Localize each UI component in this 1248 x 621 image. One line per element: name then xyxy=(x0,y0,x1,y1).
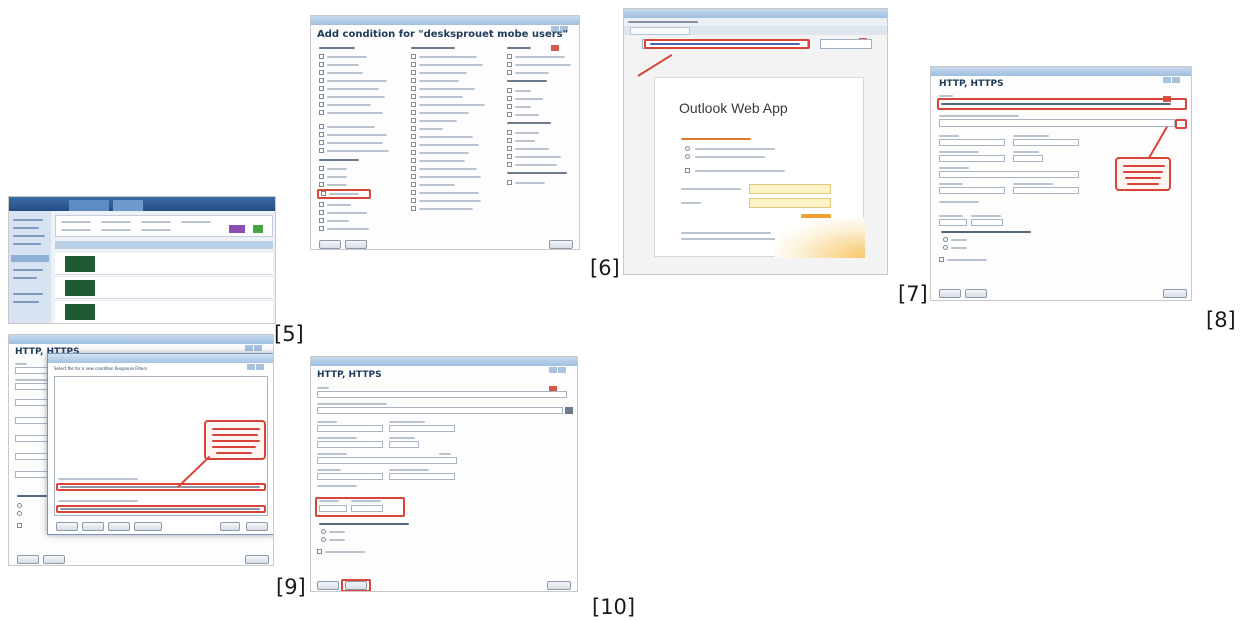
table-row[interactable] xyxy=(55,253,273,275)
dialog-heading: HTTP, HTTPS xyxy=(939,79,1004,89)
table-row[interactable] xyxy=(55,277,273,299)
product-thumbnail xyxy=(65,304,95,320)
modal-button[interactable] xyxy=(56,522,78,531)
modal-button[interactable] xyxy=(108,522,130,531)
red-arrow xyxy=(637,53,673,77)
regex-input[interactable] xyxy=(939,119,1175,127)
figure-label-10: [10] xyxy=(592,595,636,619)
figure-label-8: [8] xyxy=(1206,308,1236,332)
search-box[interactable] xyxy=(820,39,872,49)
browser-tab[interactable] xyxy=(630,27,690,35)
screenshot-9: HTTP, HTTPS Select file for a new condit… xyxy=(8,334,274,566)
back-button[interactable] xyxy=(317,581,339,590)
table-header xyxy=(55,241,273,249)
figure-label-5: [5] xyxy=(274,322,304,346)
figure-label-7: [7] xyxy=(898,282,928,306)
back-button[interactable] xyxy=(939,289,961,298)
product-thumbnail xyxy=(65,256,95,272)
product-thumbnail xyxy=(65,280,95,296)
next-button[interactable] xyxy=(345,581,367,590)
red-arrow xyxy=(1148,126,1168,159)
login-panel: Outlook Web App xyxy=(654,77,865,258)
screenshot-6: Add condition for "desksprouet mobe user… xyxy=(310,15,580,250)
modal-title-bar xyxy=(48,354,273,389)
screenshot-7: Outlook Web App xyxy=(623,8,888,275)
modal-dialog: Select file for a new condition Response… xyxy=(47,353,273,535)
screenshot-5 xyxy=(8,196,276,324)
annotation-callout xyxy=(1115,157,1171,191)
nav-tab[interactable] xyxy=(113,200,143,211)
back-button[interactable] xyxy=(319,240,341,249)
cancel-button[interactable] xyxy=(549,240,573,249)
figure-label-6: [6] xyxy=(590,256,620,280)
table-row[interactable] xyxy=(55,301,273,323)
title-bar xyxy=(311,16,579,51)
edit-icon[interactable] xyxy=(565,407,573,414)
cancel-button[interactable] xyxy=(547,581,571,590)
next-button[interactable] xyxy=(345,240,367,249)
modal-button[interactable] xyxy=(134,522,162,531)
app-logo-text: Outlook Web App xyxy=(679,100,788,116)
username-input[interactable] xyxy=(749,184,831,194)
modal-heading: Select file for a new condition Response… xyxy=(54,366,148,371)
title-bar xyxy=(624,9,887,44)
next-button[interactable] xyxy=(43,555,65,564)
screenshot-10: HTTP, HTTPS xyxy=(310,356,578,592)
annotation-callout xyxy=(204,420,266,460)
title-bar xyxy=(311,357,577,392)
screenshot-8: HTTP, HTTPS xyxy=(930,66,1192,301)
figure-label-9: [9] xyxy=(276,575,306,599)
next-button[interactable] xyxy=(965,289,987,298)
edit-button-highlight xyxy=(1175,119,1187,129)
cancel-button[interactable] xyxy=(1163,289,1187,298)
nav-tab[interactable] xyxy=(69,200,109,211)
dialog-heading: HTTP, HTTPS xyxy=(317,370,382,380)
sidebar-item-selected[interactable] xyxy=(11,255,49,262)
ok-button[interactable] xyxy=(220,522,240,531)
modal-button[interactable] xyxy=(82,522,104,531)
title-bar xyxy=(931,67,1191,102)
green-button[interactable] xyxy=(253,225,263,233)
cancel-button[interactable] xyxy=(245,555,269,564)
title-bar xyxy=(9,335,273,370)
dialog-heading: Add condition for "desksprouet mobe user… xyxy=(317,29,568,40)
back-button[interactable] xyxy=(17,555,39,564)
purple-button[interactable] xyxy=(229,225,245,233)
modal-cancel-button[interactable] xyxy=(246,522,268,531)
password-input[interactable] xyxy=(749,198,831,208)
footer-swoosh xyxy=(775,218,865,258)
